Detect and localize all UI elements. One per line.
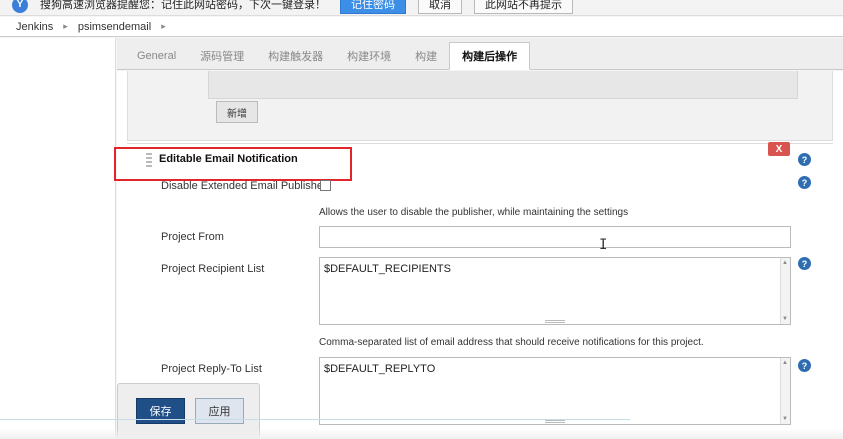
reply-to-value: $DEFAULT_REPLYTO [324,363,436,375]
add-button[interactable]: 新增 [216,101,258,123]
recipient-list-textarea[interactable]: $DEFAULT_RECIPIENTS ▲ ▼ [319,257,791,325]
scroll-down-icon[interactable]: ▼ [782,316,788,322]
disable-publisher-label: Disable Extended Email Publisher [161,180,327,192]
disable-publisher-checkbox[interactable] [320,180,331,191]
breadcrumb-job[interactable]: psimsendemail [78,21,151,33]
help-icon[interactable]: ? [798,257,811,270]
remember-password-button[interactable]: 记住密码 [340,0,406,14]
chevron-right-icon[interactable]: ▸ [161,21,166,32]
tab-post-build-actions[interactable]: 构建后操作 [449,42,531,70]
delete-step-button[interactable]: X [768,142,790,156]
apply-button[interactable]: 应用 [195,398,244,424]
password-save-bar: Y 搜狗高速浏览器提醒您：记住此网站密码，下次一键登录！ 记住密码 取消 此网站… [0,0,843,16]
disable-publisher-description: Allows the user to disable the publisher… [319,207,629,218]
textarea-scrollbar[interactable]: ▲ ▼ [780,258,790,324]
config-tabs: General 源码管理 构建触发器 构建环境 构建 构建后操作 [117,38,843,70]
help-icon[interactable]: ? [798,153,811,166]
side-panel [0,38,116,439]
textarea-scrollbar[interactable]: ▲ ▼ [780,358,790,424]
tab-build[interactable]: 构建 [403,43,449,69]
previous-step-inner [208,71,798,99]
save-button[interactable]: 保存 [136,398,185,424]
tab-build-triggers[interactable]: 构建触发器 [256,43,335,69]
cancel-button[interactable]: 取消 [418,0,462,14]
reply-to-label: Project Reply-To List [161,363,262,375]
scroll-down-icon[interactable]: ▼ [782,416,788,422]
scroll-up-icon[interactable]: ▲ [782,360,788,366]
tab-general[interactable]: General [125,43,188,69]
highlight-box [114,147,352,181]
previous-step-block: 新增 [127,71,833,141]
recipient-list-label: Project Recipient List [161,263,265,275]
scroll-up-icon[interactable]: ▲ [782,260,788,266]
password-save-message: 搜狗高速浏览器提醒您：记住此网站密码，下次一键登录！ [40,0,326,11]
resize-grip-icon[interactable] [545,420,565,425]
divider [0,419,630,420]
bottom-fade [0,428,843,439]
chevron-right-icon: ▸ [63,21,68,31]
project-from-label: Project From [161,231,224,243]
tab-source-code[interactable]: 源码管理 [188,43,256,69]
help-icon[interactable]: ? [798,176,811,189]
never-prompt-button[interactable]: 此网站不再提示 [474,0,573,14]
project-from-input[interactable] [319,226,791,248]
recipient-list-description: Comma-separated list of email address th… [319,337,704,348]
text-cursor-icon: I [599,237,608,253]
recipient-list-value: $DEFAULT_RECIPIENTS [324,263,451,275]
tab-build-environment[interactable]: 构建环境 [335,43,403,69]
breadcrumb: Jenkins ▸ psimsendemail ▸ [0,17,843,37]
sogou-browser-icon: Y [12,0,28,13]
reply-to-textarea[interactable]: $DEFAULT_REPLYTO ▲ ▼ [319,357,791,425]
help-icon[interactable]: ? [798,359,811,372]
resize-grip-icon[interactable] [545,320,565,325]
breadcrumb-jenkins[interactable]: Jenkins [16,21,53,33]
